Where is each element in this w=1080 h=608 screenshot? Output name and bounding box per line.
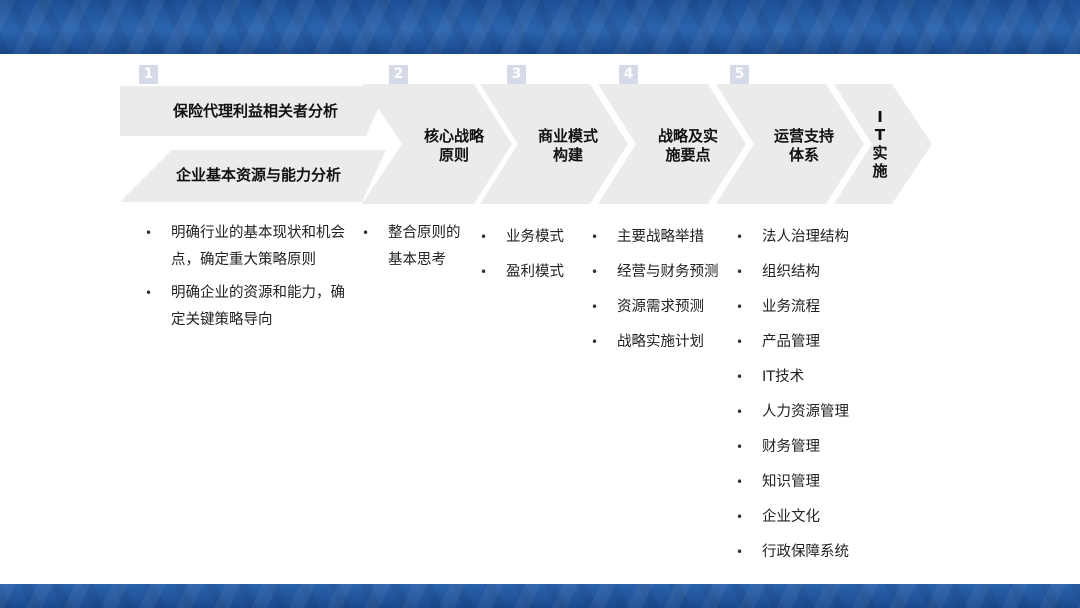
step-6-label: I T 实 施 bbox=[872, 108, 888, 180]
list-item: 资源需求预测 bbox=[591, 290, 731, 325]
step-number-5: 5 bbox=[730, 65, 749, 84]
column-2-list: 整合原则的基本思考 bbox=[362, 220, 472, 274]
step-5-label: 运营支持 体系 bbox=[773, 127, 834, 164]
list-item: 人力资源管理 bbox=[736, 395, 886, 430]
step-1-label-bottom: 企业基本资源与能力分析 bbox=[176, 166, 342, 184]
column-3-list: 业务模式 盈利模式 bbox=[480, 220, 590, 290]
list-item: 产品管理 bbox=[736, 325, 886, 360]
step-number-2: 2 bbox=[389, 65, 408, 84]
step-1-label-top: 保险代理利益相关者分析 bbox=[173, 102, 339, 120]
list-item: 知识管理 bbox=[736, 465, 886, 500]
column-5-list: 法人治理结构 组织结构 业务流程 产品管理 IT技术 人力资源管理 财务管理 知… bbox=[736, 220, 886, 570]
list-item: 明确行业的基本现状和机会点，确定重大策略原则 bbox=[145, 220, 355, 274]
list-item: IT技术 bbox=[736, 360, 886, 395]
list-item: 整合原则的基本思考 bbox=[362, 220, 472, 274]
step-4-label: 战略及实 施要点 bbox=[657, 127, 718, 164]
list-item: 盈利模式 bbox=[480, 255, 590, 290]
list-item: 法人治理结构 bbox=[736, 220, 886, 255]
column-4-list: 主要战略举措 经营与财务预测 资源需求预测 战略实施计划 bbox=[591, 220, 731, 360]
step-number-4: 4 bbox=[619, 65, 638, 84]
list-item: 战略实施计划 bbox=[591, 325, 731, 360]
list-item: 企业文化 bbox=[736, 500, 886, 535]
step-3-label: 商业模式 构建 bbox=[537, 127, 598, 164]
list-item: 业务模式 bbox=[480, 220, 590, 255]
list-item: 财务管理 bbox=[736, 430, 886, 465]
step-2-label: 核心战略 原则 bbox=[423, 127, 484, 164]
list-item: 主要战略举措 bbox=[591, 220, 731, 255]
column-1-list: 明确行业的基本现状和机会点，确定重大策略原则 明确企业的资源和能力，确定关键策略… bbox=[145, 220, 355, 334]
list-item: 经营与财务预测 bbox=[591, 255, 731, 290]
list-item: 组织结构 bbox=[736, 255, 886, 290]
list-item: 业务流程 bbox=[736, 290, 886, 325]
step-number-3: 3 bbox=[507, 65, 526, 84]
list-item: 明确企业的资源和能力，确定关键策略导向 bbox=[145, 280, 355, 334]
list-item: 行政保障系统 bbox=[736, 535, 886, 570]
step-number-1: 1 bbox=[139, 65, 158, 84]
